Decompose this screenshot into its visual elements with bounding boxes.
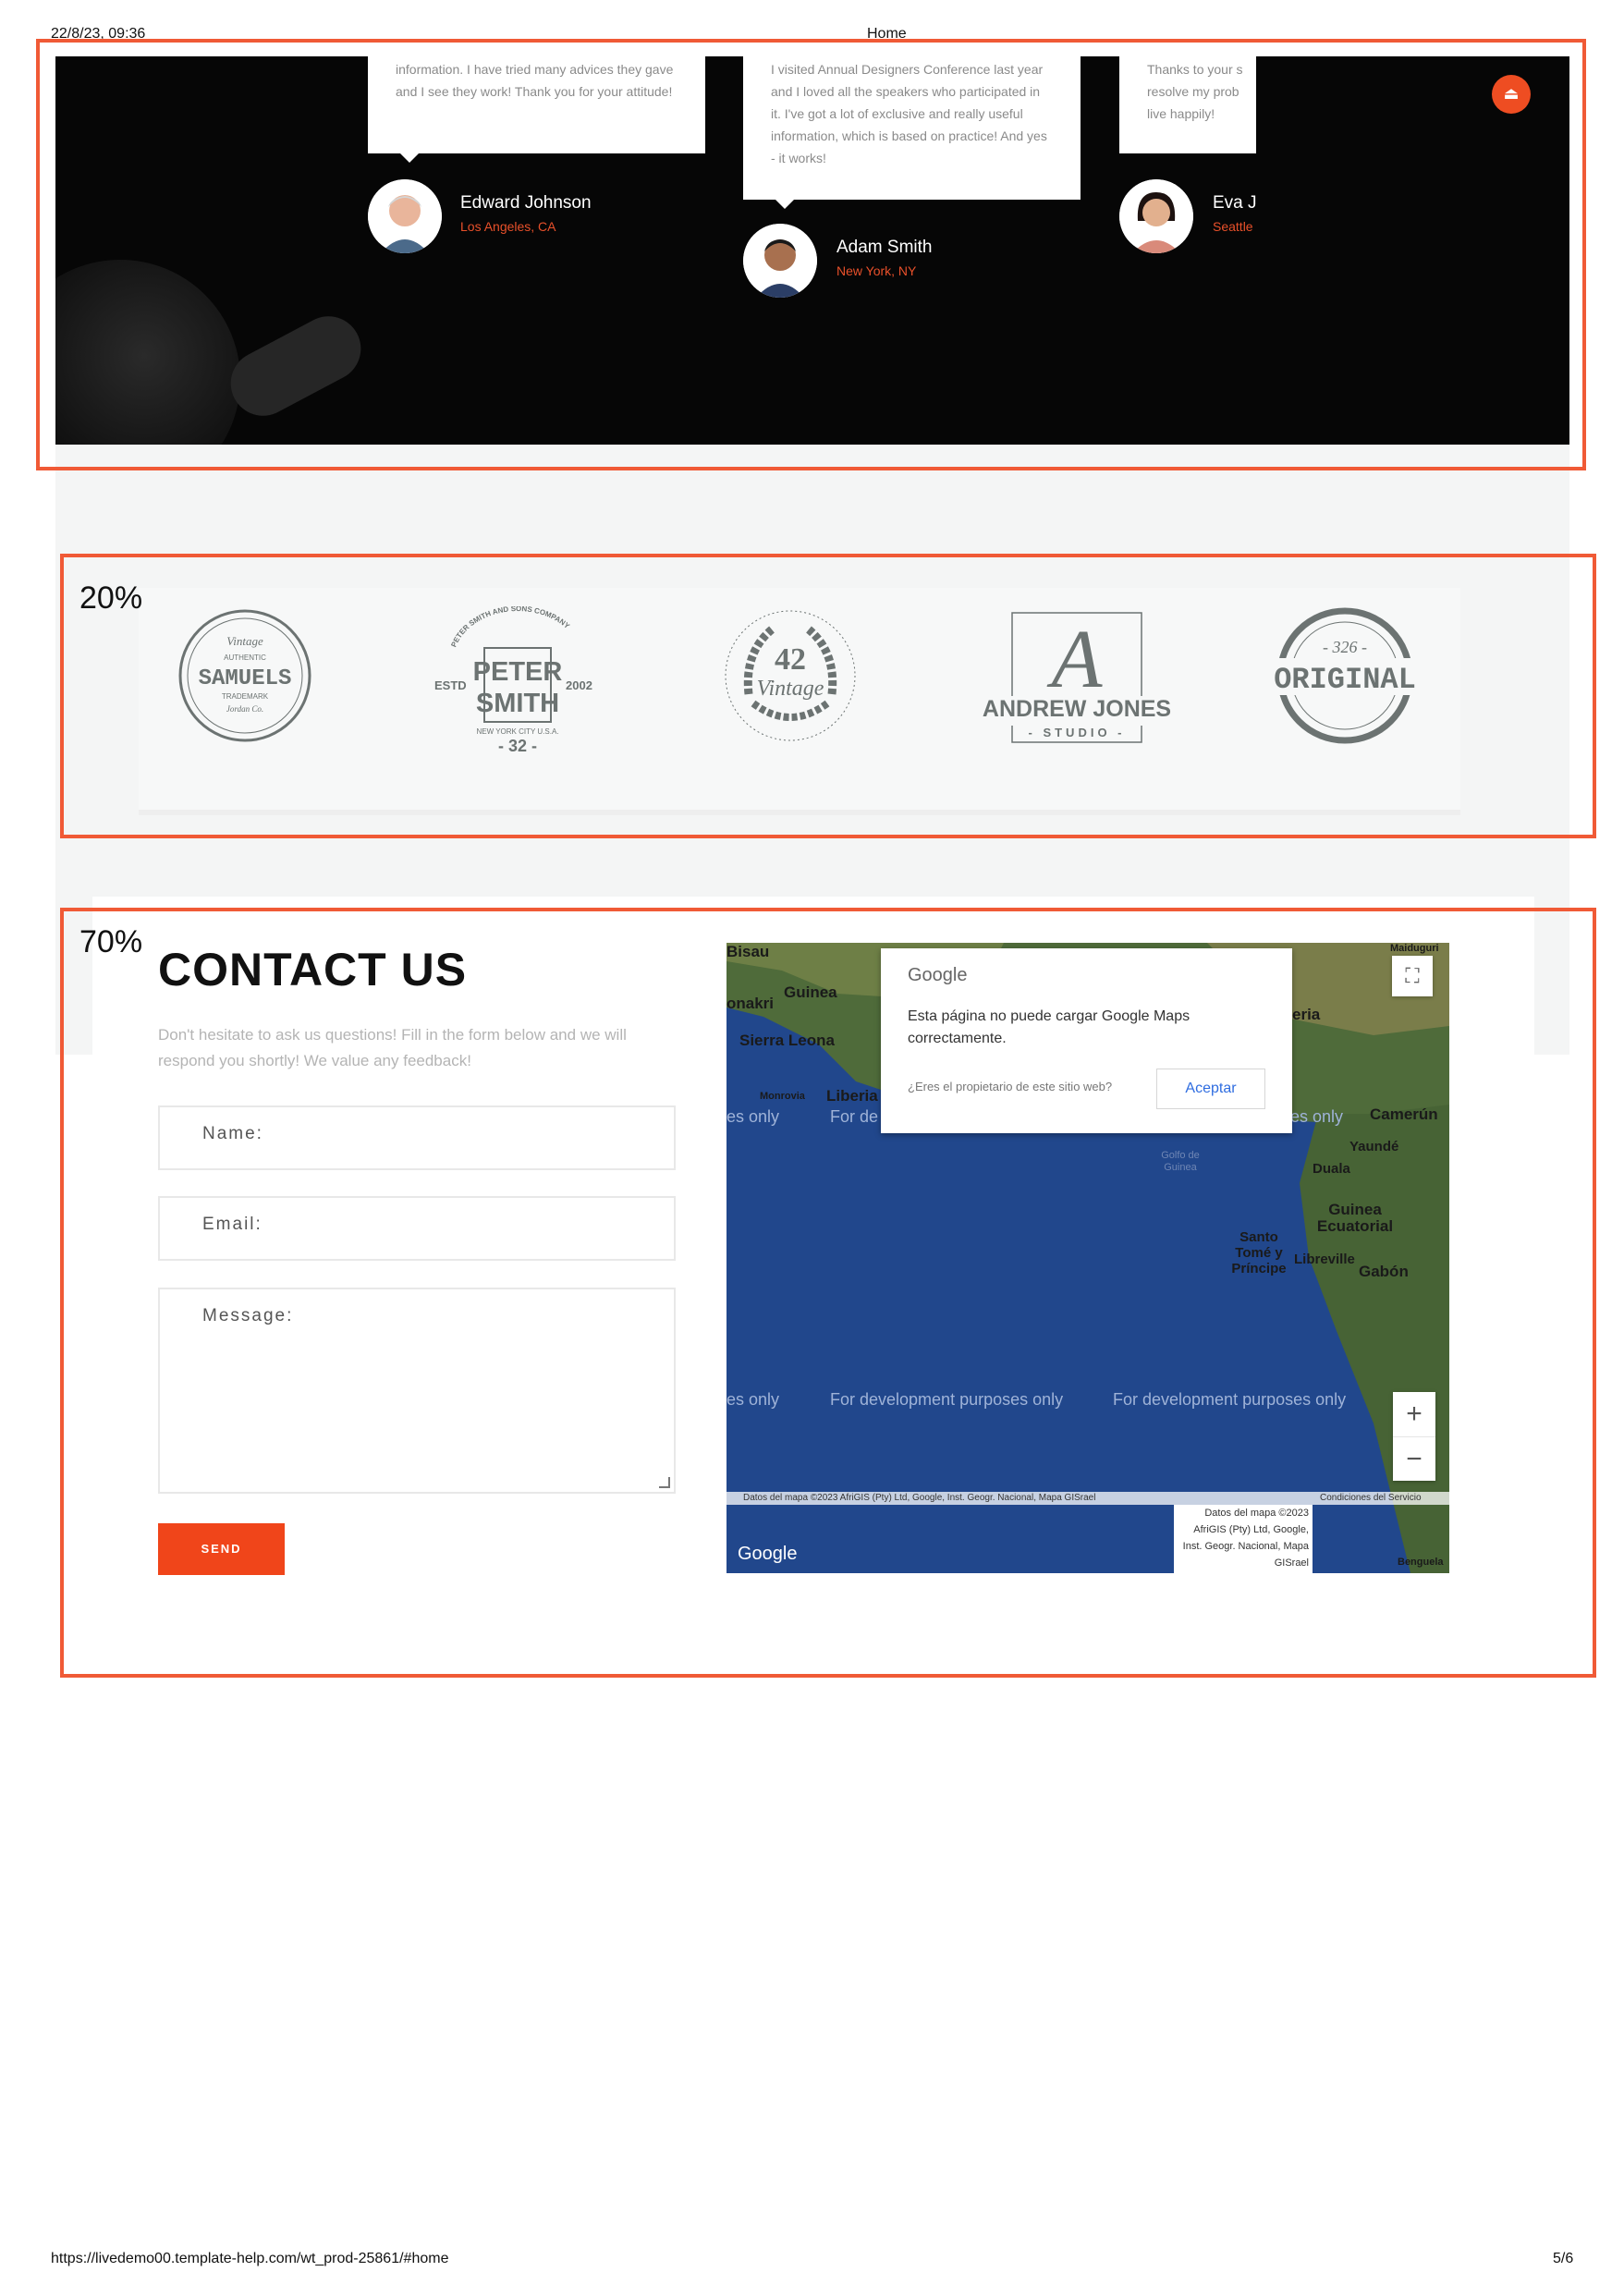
print-url: https://livedemo00.template-help.com/wt_… xyxy=(51,2251,449,2266)
annotation-percent-contact: 70% xyxy=(79,924,143,959)
annotation-box-contact xyxy=(60,908,1596,1678)
annotation-box-logos xyxy=(60,554,1596,838)
annotation-percent-logos: 20% xyxy=(79,580,143,616)
print-page-number: 5/6 xyxy=(1553,2251,1574,2266)
annotation-box-testimonials xyxy=(36,39,1586,470)
